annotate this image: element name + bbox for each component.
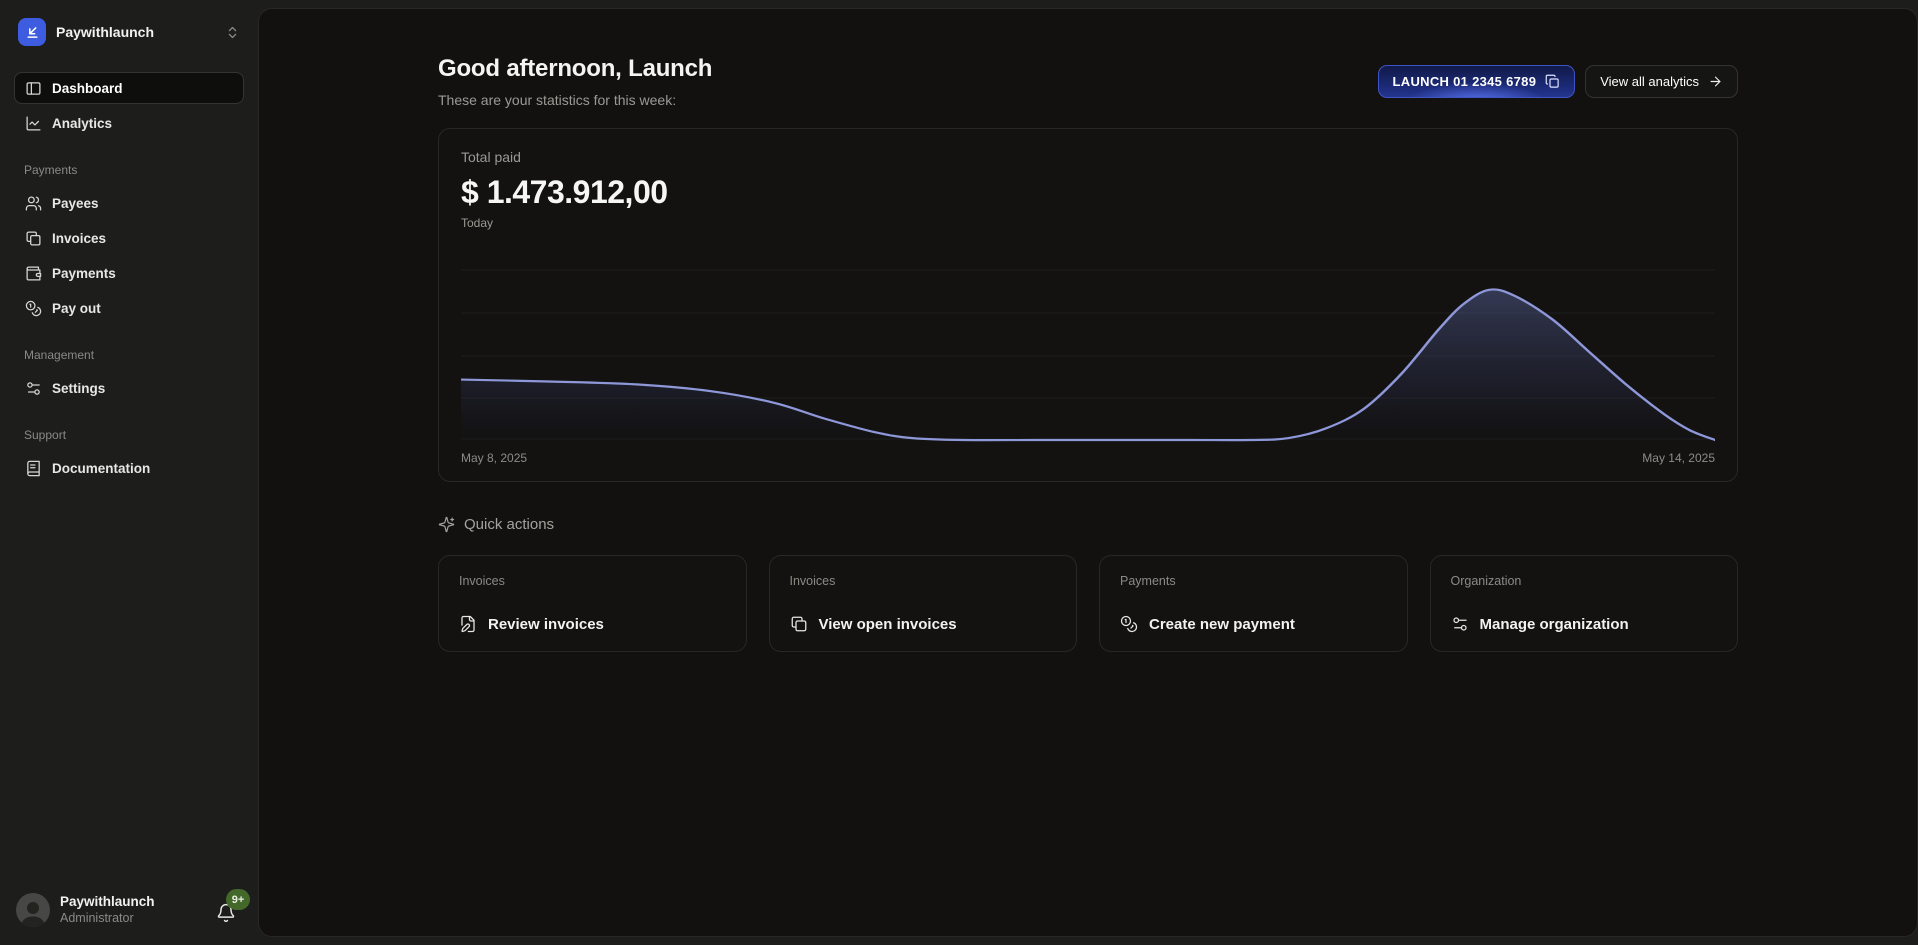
sidebar-item-label: Invoices <box>52 231 106 246</box>
sparkles-icon <box>438 516 455 533</box>
total-paid-amount: $ 1.473.912,00 <box>461 174 1715 211</box>
app-logo-icon <box>18 18 46 46</box>
view-all-analytics-button[interactable]: View all analytics <box>1585 65 1738 98</box>
qa-action: Manage organization <box>1451 615 1718 633</box>
user-role: Administrator <box>60 911 155 927</box>
copy-icon[interactable] <box>1545 74 1560 89</box>
sidebar-item-analytics[interactable]: Analytics <box>14 107 244 139</box>
total-paid-card: Total paid $ 1.473.912,00 Today <box>438 128 1738 482</box>
sidebar-spacer <box>14 487 244 893</box>
sidebar-item-label: Pay out <box>52 301 101 316</box>
arrow-right-icon <box>1708 74 1723 89</box>
chart-line-icon <box>25 115 42 132</box>
user-meta: Paywithlaunch Administrator <box>60 894 155 927</box>
qa-label: Review invoices <box>488 616 604 633</box>
qa-label: Create new payment <box>1149 616 1295 633</box>
sidebar-item-invoices[interactable]: Invoices <box>14 222 244 254</box>
section-label-management: Management <box>24 348 234 362</box>
account-number: LAUNCH 01 2345 6789 <box>1393 74 1537 89</box>
sidebar-item-label: Documentation <box>52 461 150 476</box>
coins-icon <box>25 300 42 317</box>
qa-category: Invoices <box>790 574 1057 588</box>
x-axis-end-label: May 14, 2025 <box>1642 451 1715 465</box>
sidebar-item-label: Settings <box>52 381 105 396</box>
org-switcher[interactable]: Paywithlaunch <box>14 16 244 48</box>
chevrons-up-down-icon <box>225 25 240 40</box>
quick-actions-title: Quick actions <box>464 516 554 533</box>
total-paid-chart <box>461 242 1715 442</box>
panel-left-icon <box>25 80 42 97</box>
dashboard-content: Good afternoon, Launch These are your st… <box>438 9 1738 652</box>
sliders-icon <box>25 380 42 397</box>
sidebar-item-settings[interactable]: Settings <box>14 372 244 404</box>
sidebar-item-pay-out[interactable]: Pay out <box>14 292 244 324</box>
section-label-support: Support <box>24 428 234 442</box>
quick-actions-grid: Invoices Review invoices Invoices <box>438 555 1738 652</box>
header-actions: LAUNCH 01 2345 6789 View all analytics <box>1378 65 1738 98</box>
qa-action: Review invoices <box>459 615 726 633</box>
qa-label: View open invoices <box>819 616 957 633</box>
page-header: Good afternoon, Launch These are your st… <box>438 55 1738 108</box>
notification-badge: 9+ <box>226 889 250 910</box>
chart-period: Today <box>461 216 1715 230</box>
page-title: Good afternoon, Launch <box>438 55 712 83</box>
x-axis-start-label: May 8, 2025 <box>461 451 527 465</box>
sidebar-item-payments[interactable]: Payments <box>14 257 244 289</box>
sidebar-nav: Dashboard Analytics Payments Payees <box>14 72 244 487</box>
wallet-icon <box>25 265 42 282</box>
chart-x-axis: May 8, 2025 May 14, 2025 <box>461 451 1715 465</box>
chart-title: Total paid <box>461 149 1715 165</box>
qa-category: Invoices <box>459 574 726 588</box>
qa-category: Organization <box>1451 574 1718 588</box>
coins-icon <box>1120 615 1138 633</box>
org-name: Paywithlaunch <box>56 24 154 40</box>
sidebar-item-label: Analytics <box>52 116 112 131</box>
sidebar-item-label: Payees <box>52 196 99 211</box>
sliders-icon <box>1451 615 1469 633</box>
sidebar-item-label: Payments <box>52 266 116 281</box>
qa-action: View open invoices <box>790 615 1057 633</box>
quick-actions-header: Quick actions <box>438 516 1738 533</box>
page-subtitle: These are your statistics for this week: <box>438 92 712 108</box>
quick-action-manage-organization[interactable]: Organization Manage organization <box>1430 555 1739 652</box>
chart-area-fill <box>461 289 1715 440</box>
sidebar-item-documentation[interactable]: Documentation <box>14 452 244 484</box>
user-profile[interactable]: Paywithlaunch Administrator 9+ <box>14 893 244 927</box>
book-icon <box>25 460 42 477</box>
file-pen-icon <box>459 615 477 633</box>
main-panel: Good afternoon, Launch These are your st… <box>258 8 1918 937</box>
notifications-button[interactable]: 9+ <box>216 897 242 923</box>
account-number-copy-button[interactable]: LAUNCH 01 2345 6789 <box>1378 65 1576 98</box>
qa-action: Create new payment <box>1120 615 1387 633</box>
avatar <box>16 893 50 927</box>
view-all-analytics-label: View all analytics <box>1600 74 1699 89</box>
qa-category: Payments <box>1120 574 1387 588</box>
sidebar: Paywithlaunch Dashboard Analytics Pay <box>0 0 258 945</box>
sidebar-item-label: Dashboard <box>52 81 123 96</box>
sidebar-item-payees[interactable]: Payees <box>14 187 244 219</box>
files-icon <box>25 230 42 247</box>
user-name: Paywithlaunch <box>60 894 155 911</box>
files-icon <box>790 615 808 633</box>
quick-action-create-new-payment[interactable]: Payments Create new payment <box>1099 555 1408 652</box>
sidebar-item-dashboard[interactable]: Dashboard <box>14 72 244 104</box>
quick-action-view-open-invoices[interactable]: Invoices View open invoices <box>769 555 1078 652</box>
quick-action-review-invoices[interactable]: Invoices Review invoices <box>438 555 747 652</box>
section-label-payments: Payments <box>24 163 234 177</box>
users-icon <box>25 195 42 212</box>
qa-label: Manage organization <box>1480 616 1629 633</box>
greeting-block: Good afternoon, Launch These are your st… <box>438 55 712 108</box>
